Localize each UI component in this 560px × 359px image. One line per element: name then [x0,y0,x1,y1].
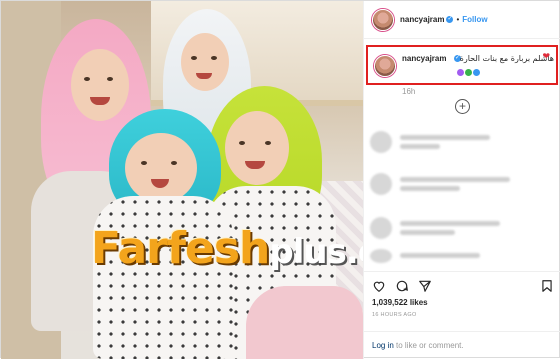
load-more-comments-icon[interactable]: + [455,99,470,114]
watermark-main: Farfesh [91,223,270,274]
bookmark-icon[interactable] [540,279,554,293]
login-footer: Log in to like or comment. [364,331,560,359]
follow-button[interactable]: Follow [462,15,487,24]
action-bar [364,271,560,297]
username[interactable]: nancyajram [400,15,444,24]
caption-text: هاشلم بربارة مع بنات الحارة [459,54,554,63]
caption-highlight: nancyajram ✓ هاشلم بربارة مع بنات الحارة… [366,45,558,85]
watermark-logo: Farfeshplus.com [91,223,363,274]
watermark-plus: plus.com [269,232,363,272]
blue-heart-icon [473,69,480,76]
post-header: nancyajram ✓ • Follow [364,1,560,39]
login-footer-text: to like or comment. [393,341,464,350]
green-heart-icon [465,69,472,76]
likes-count[interactable]: 1,039,522 likes [372,298,428,307]
purple-heart-icon [457,69,464,76]
comment-icon[interactable] [395,279,409,293]
red-heart-icon: ❤ [542,51,550,61]
caption-hearts [457,69,480,76]
instagram-post: Farfeshplus.com nancyajram ✓ • Follow na… [0,0,560,359]
post-timestamp[interactable]: 16 HOURS AGO [372,312,417,318]
comment-blurred [370,249,556,271]
comment-blurred [370,217,556,239]
verified-badge-icon: ✓ [446,16,454,23]
comment-blurred [370,173,556,195]
pink-pillow [246,286,363,359]
caption-avatar[interactable] [374,55,396,77]
like-heart-icon[interactable] [372,279,386,293]
share-icon[interactable] [418,279,432,293]
comment-blurred [370,131,556,153]
caption-time[interactable]: 16h [402,87,415,96]
post-photo[interactable]: Farfeshplus.com [1,1,363,359]
post-side-panel: nancyajram ✓ • Follow nancyajram ✓ هاشلم… [363,1,560,359]
separator-dot: • [456,15,460,24]
login-link[interactable]: Log in [372,341,394,350]
avatar[interactable] [372,8,394,31]
